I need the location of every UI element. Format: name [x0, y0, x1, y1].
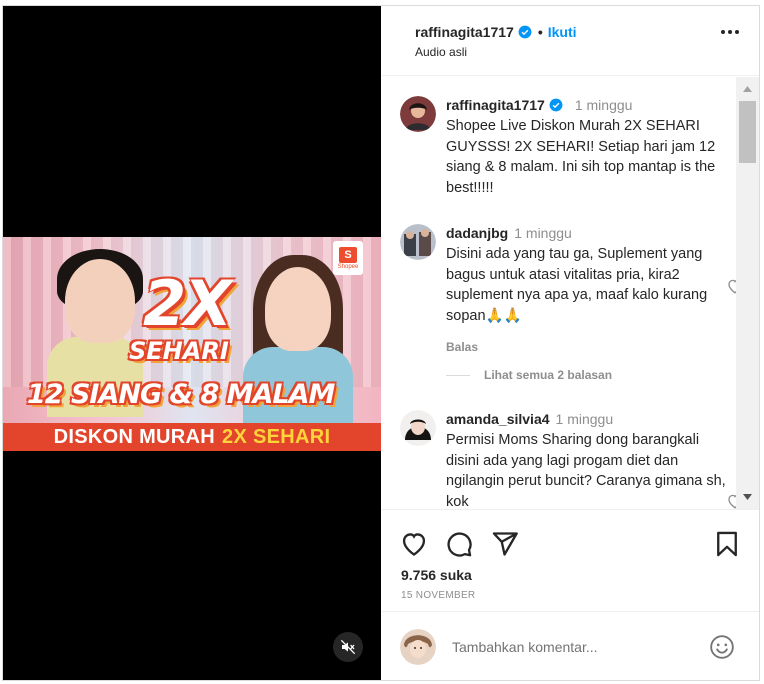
comment-text: Permisi Moms Sharing dong barangkali dis…	[446, 432, 726, 509]
post-actions: 9.756 suka 15 NOVEMBER	[382, 509, 759, 611]
promo-banner: DISKON MURAH 2X SEHARI	[3, 423, 381, 451]
comment-text: Disini ada yang tau ga, Suplement yang b…	[446, 246, 708, 324]
comment-time[interactable]: 1 minggu	[575, 97, 633, 113]
comment-user-line: amanda_silvia4 1 minggu	[446, 411, 613, 427]
verified-badge-icon	[549, 98, 563, 112]
comment-user-line: raffinagita1717 1 minggu	[446, 97, 632, 113]
video-thumbnail[interactable]: S Shopee 2X SEHARI 12 SIANG & 8 MALAM DI…	[3, 237, 381, 451]
mute-button[interactable]	[333, 632, 363, 662]
shopee-bag-icon: S	[339, 246, 357, 263]
comment-username[interactable]: dadanjbg	[446, 225, 508, 241]
headline-sehari: SEHARI	[129, 337, 229, 365]
shopee-logo: S Shopee	[333, 241, 363, 275]
post-header: raffinagita1717 • Ikuti Audio asli	[382, 6, 759, 76]
comment-input[interactable]	[452, 634, 692, 660]
headline-2x: 2X	[143, 267, 232, 340]
comment-icon[interactable]	[445, 530, 473, 558]
headline-times: 12 SIANG & 8 MALAM	[27, 379, 335, 410]
model-right-face	[265, 267, 331, 351]
scrollbar-thumb[interactable]	[739, 101, 756, 163]
header-user-line: raffinagita1717 • Ikuti	[415, 24, 577, 40]
details-panel: raffinagita1717 • Ikuti Audio asli raffi…	[382, 6, 759, 680]
reply-button[interactable]: Balas	[446, 340, 726, 354]
comment-user-line: dadanjbg 1 minggu	[446, 225, 572, 241]
current-user-avatar	[400, 629, 436, 665]
comment-username[interactable]: raffinagita1717	[446, 97, 545, 113]
scroll-up-arrow-icon[interactable]	[736, 80, 759, 98]
media-panel[interactable]: S Shopee 2X SEHARI 12 SIANG & 8 MALAM DI…	[3, 6, 381, 680]
more-options-icon[interactable]	[721, 30, 739, 34]
comment-username[interactable]: amanda_silvia4	[446, 411, 550, 427]
post-date[interactable]: 15 NOVEMBER	[401, 590, 475, 601]
comment-text: Shopee Live Diskon Murah 2X SEHARI GUYSS…	[446, 118, 716, 196]
comment-composer	[382, 611, 759, 680]
share-icon[interactable]	[491, 530, 519, 558]
scroll-down-arrow-icon[interactable]	[736, 488, 759, 506]
follow-button[interactable]: Ikuti	[548, 24, 577, 40]
promo-banner-text: DISKON MURAH	[53, 425, 216, 448]
comment-time[interactable]: 1 minggu	[514, 225, 572, 241]
emoji-icon[interactable]	[709, 634, 735, 660]
shopee-logo-text: Shopee	[337, 263, 359, 270]
verified-badge-icon	[518, 25, 532, 39]
view-replies-label[interactable]: Lihat semua 2 balasan	[484, 368, 612, 382]
avatar[interactable]	[400, 410, 436, 446]
mute-icon	[340, 639, 356, 655]
avatar[interactable]	[400, 96, 436, 132]
audio-link[interactable]: Audio asli	[415, 45, 467, 59]
comments-list[interactable]: raffinagita1717 1 minggu Shopee Live Dis…	[382, 77, 759, 509]
heart-icon[interactable]	[400, 530, 428, 558]
avatar[interactable]	[400, 224, 436, 260]
promo-banner-highlight: 2X SEHARI	[222, 425, 331, 448]
view-replies-button[interactable]: Lihat semua 2 balasan	[446, 368, 612, 382]
bookmark-icon[interactable]	[713, 530, 741, 558]
header-username[interactable]: raffinagita1717	[415, 24, 514, 40]
comments-scrollbar[interactable]	[736, 77, 759, 509]
comment-time[interactable]: 1 minggu	[556, 411, 614, 427]
model-left-face	[65, 259, 135, 343]
replies-divider	[446, 374, 470, 376]
post-dialog: S Shopee 2X SEHARI 12 SIANG & 8 MALAM DI…	[2, 5, 760, 681]
likes-count[interactable]: 9.756 suka	[401, 567, 472, 583]
header-separator: •	[537, 24, 543, 40]
